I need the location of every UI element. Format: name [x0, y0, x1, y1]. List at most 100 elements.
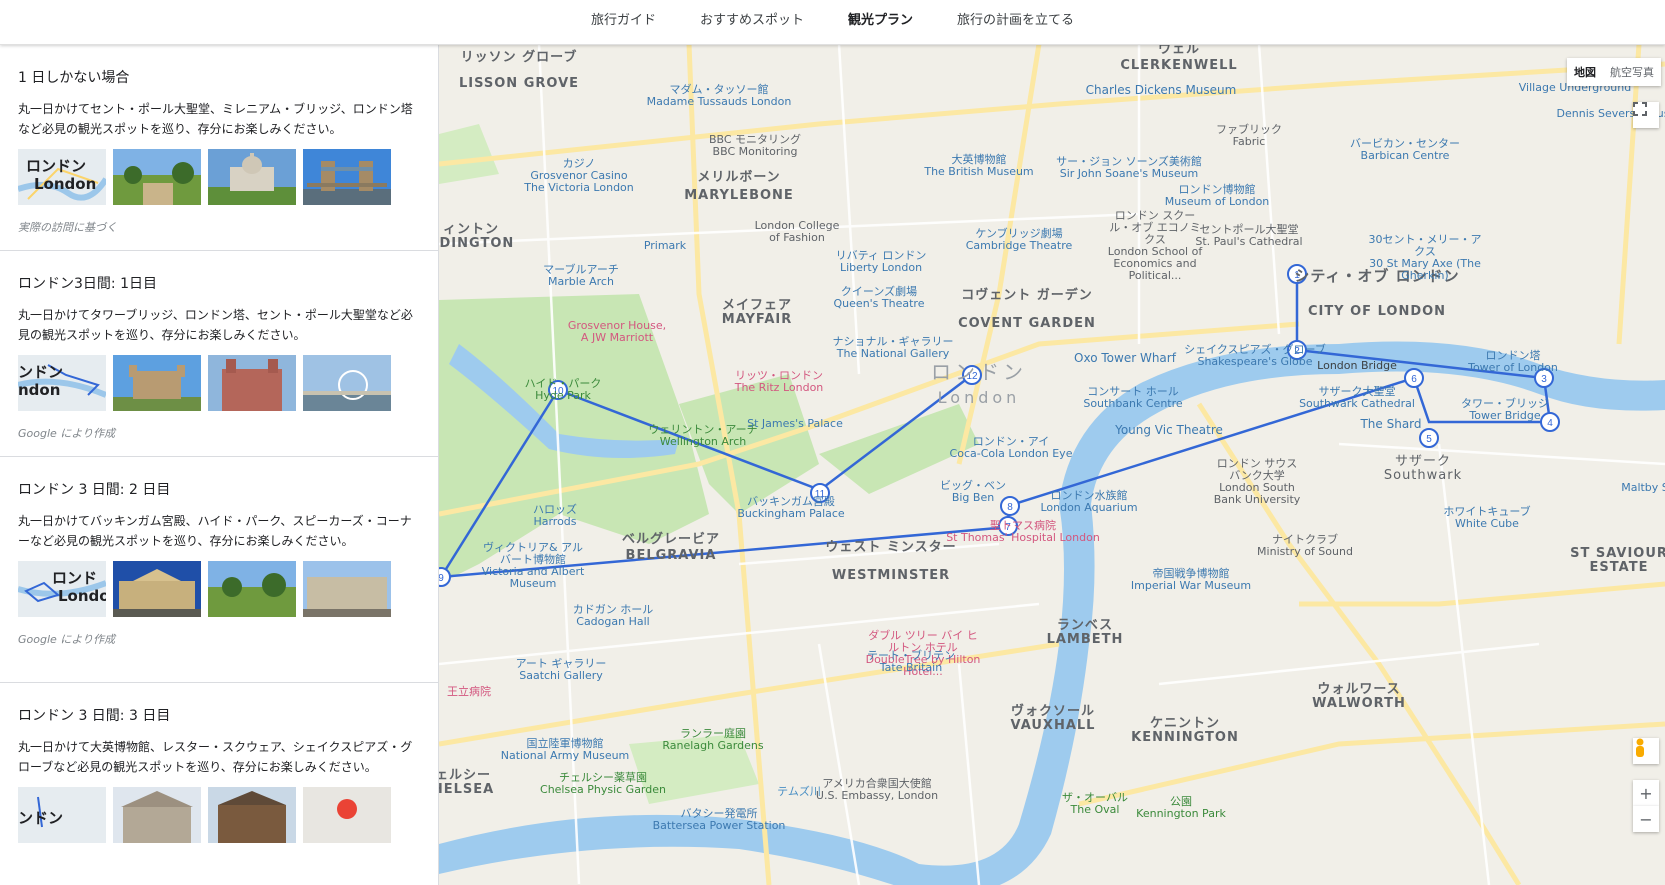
label-tate-britain: テート・ブリテン Tate Britain: [867, 649, 955, 674]
route-marker-6[interactable]: 6: [1404, 368, 1424, 388]
label-st-pauls: セントポール大聖堂 St. Paul's Cathedral: [1195, 223, 1303, 248]
label-hyde-park: ハイド・パーク Hyde Park: [524, 377, 602, 402]
label-battersea: バタシー発電所 Battersea Power Station: [652, 807, 786, 832]
label-mayfair-jp: メイフェア: [721, 298, 793, 313]
plan-map-thumbnail[interactable]: ンドン: [18, 787, 106, 843]
plan-source-note: Google により作成: [18, 633, 116, 646]
plan-card[interactable]: ロンドン 3 日間: 2 日目 丸一日かけてバッキンガム宮殿、ハイド・パーク、ス…: [0, 457, 438, 683]
photo-map-pin-thumbnail[interactable]: [303, 787, 391, 843]
label-primark: Primark: [643, 239, 687, 252]
label-clerkenwell-en: CLERKENWELL: [1120, 58, 1238, 73]
label-southwark-jp: サザーク: [1394, 454, 1452, 469]
label-aquarium: ロンドン水族館 London Aquarium: [1040, 489, 1138, 514]
map-thumb-label: ロンドン: [26, 157, 87, 175]
plan-card[interactable]: 1 日しかない場合 丸一日かけてセント・ポール大聖堂、ミレニアム・ブリッジ、ロン…: [0, 45, 438, 251]
label-young-vic: Young Vic Theatre: [1115, 423, 1223, 437]
fullscreen-button[interactable]: [1633, 102, 1659, 128]
map-thumb-label: ンドン: [18, 809, 64, 827]
tab-sightseeing-plans[interactable]: 観光プラン: [826, 0, 935, 44]
tab-travel-guide[interactable]: 旅行ガイド: [569, 0, 678, 44]
plan-description: 丸一日かけてバッキンガム宮殿、ハイド・パーク、スピーカーズ・コーナーなど必見の観…: [18, 514, 412, 548]
route-marker-number: 8: [1007, 502, 1013, 513]
fullscreen-icon: [1633, 102, 1647, 116]
map-thumb-label-en: Londo: [58, 587, 106, 605]
tab-recommended-spots[interactable]: おすすめスポット: [678, 0, 826, 44]
label-southwark-cathedral: サザーク大聖堂 Southwark Cathedral: [1299, 385, 1415, 410]
plan-thumbnails: ロンド Londo: [18, 561, 420, 617]
street-view-pegman-button[interactable]: [1633, 738, 1659, 764]
plan-card[interactable]: ロンドン3日間: 1日目 丸一日かけてタワーブリッジ、ロンドン塔、セント・ポール…: [0, 251, 438, 457]
plan-thumbnails: ロンドン London: [18, 149, 420, 205]
label-covent-en: COVENT GARDEN: [958, 316, 1096, 331]
label-kennington-park: 公園 Kennington Park: [1136, 795, 1226, 820]
route-marker-9[interactable]: 9: [439, 567, 451, 587]
photo-theatre-thumbnail[interactable]: [208, 787, 296, 843]
label-stsaviour-estate: ESTATE: [1589, 560, 1649, 575]
photo-tower-thumbnail[interactable]: [113, 355, 201, 411]
label-madame-tussauds: マダム・タッソー館 Madame Tussauds London: [646, 83, 792, 108]
label-southwark-en: Southwark: [1383, 468, 1463, 483]
tab-plan-trip[interactable]: 旅行の計画を立てる: [935, 0, 1096, 44]
label-gherkin: 30セント・メリー・アクス 30 St Mary Axe (The Gherkin…: [1368, 233, 1482, 282]
label-westminster-en: WESTMINSTER: [831, 568, 951, 583]
label-casino: カジノ Grosvenor Casino The Victoria London: [524, 157, 634, 194]
label-globe: シェイクスピアズ・グローブ Shakespeare's Globe: [1184, 343, 1326, 368]
label-lsbu: ロンドン サウス バンク大学 London South Bank Universi…: [1213, 457, 1301, 506]
label-oxo-tower: Oxo Tower Wharf: [1074, 351, 1176, 365]
label-marble-arch: マーブルアーチ Marble Arch: [543, 263, 619, 288]
label-ministry-of-sound: ナイトクラブ Ministry of Sound: [1257, 533, 1353, 558]
label-vauxhall-en: VAUXHALL: [1010, 718, 1096, 733]
label-chelsea-en: HELSEA: [439, 782, 495, 797]
label-royal-hospital: 王立病院: [447, 685, 491, 698]
label-shard: The Shard: [1360, 417, 1422, 431]
label-harrods: ハロッズ Harrods: [533, 503, 577, 528]
route-marker-number: 5: [1426, 434, 1432, 445]
map-type-roadmap-button[interactable]: 地図: [1567, 58, 1603, 86]
label-lcf: London College of Fashion: [754, 219, 840, 244]
label-va-museum: ヴィクトリア& アルバート博物館 Victoria and Albert Muse…: [481, 541, 585, 590]
plan-card[interactable]: ロンドン 3 日間: 3 日目 丸一日かけて大英博物館、レスター・スクウェア、シ…: [0, 683, 438, 885]
photo-cathedral-thumbnail[interactable]: [208, 149, 296, 205]
label-grosvenor: Grosvenor House, A JW Marriott: [567, 319, 667, 344]
photo-abbey-thumbnail[interactable]: [208, 355, 296, 411]
label-queens-theatre: クイーンズ劇場 Queen's Theatre: [833, 285, 925, 310]
plan-map-thumbnail[interactable]: ンドン ndon: [18, 355, 106, 411]
label-city-jp: ロンドン: [931, 360, 1027, 384]
photo-british-museum-thumbnail[interactable]: [113, 787, 201, 843]
plan-map-thumbnail[interactable]: ロンドン London: [18, 149, 106, 205]
label-city-en: London: [937, 388, 1021, 407]
photo-museum-thumbnail[interactable]: [113, 561, 201, 617]
label-kennington-jp: ケニントン: [1149, 716, 1221, 731]
label-oval: ザ・オーバル The Oval: [1062, 791, 1128, 816]
label-st-thomas: 聖トマス病院 St Thomas' Hospital London: [946, 519, 1100, 544]
photo-hyde-park-thumbnail[interactable]: [208, 561, 296, 617]
label-lambeth-en: LAMBETH: [1046, 632, 1124, 647]
label-marylebone-en: MARYLEBONE: [684, 188, 794, 203]
photo-park-thumbnail[interactable]: [113, 149, 201, 205]
label-covent-jp: コヴェント ガーデン: [961, 288, 1093, 303]
route-map[interactable]: 1 2 3 4 5 6 7 8 9 10 11 12 リッソン グローブ LISSON GROVE ウ…: [439, 44, 1665, 885]
photo-london-eye-thumbnail[interactable]: [303, 355, 391, 411]
route-marker-5[interactable]: 5: [1419, 428, 1439, 448]
label-ranelagh: ランラー庭園 Ranelagh Gardens: [662, 727, 764, 752]
photo-palace-thumbnail[interactable]: [303, 561, 391, 617]
route-marker-number: 3: [1541, 374, 1547, 385]
label-southbank: コンサート ホール Southbank Centre: [1083, 385, 1183, 410]
label-maltby: Maltby S: [1621, 481, 1665, 494]
plan-thumbnails: ンドン: [18, 787, 420, 843]
label-buckingham: バッキンガム宮殿 Buckingham Palace: [737, 495, 845, 520]
label-mayfair-en: MAYFAIR: [721, 312, 793, 327]
label-cambridge-theatre: ケンブリッジ劇場 Cambridge Theatre: [965, 227, 1073, 252]
pegman-icon: [1636, 738, 1644, 757]
plan-map-thumbnail[interactable]: ロンド Londo: [18, 561, 106, 617]
label-marylebone-jp: メリルボーン: [697, 170, 781, 185]
photo-tower-bridge-thumbnail[interactable]: [303, 149, 391, 205]
label-thames: テムズ川: [777, 785, 821, 798]
zoom-in-button[interactable]: +: [1633, 780, 1659, 806]
label-army-museum: 国立陸軍博物館 National Army Museum: [500, 737, 630, 762]
zoom-out-button[interactable]: −: [1633, 806, 1659, 832]
label-walworth-en: WALWORTH: [1312, 696, 1406, 711]
label-us-embassy: アメリカ合衆国大使館 U.S. Embassy, London: [815, 777, 939, 802]
map-type-satellite-button[interactable]: 航空写真: [1603, 58, 1661, 86]
route-marker-number: 9: [439, 573, 444, 584]
